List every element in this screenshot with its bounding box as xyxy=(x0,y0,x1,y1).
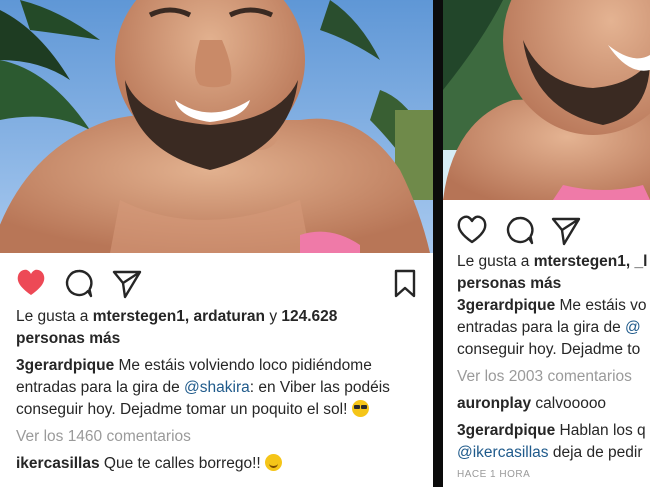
comment2-rest: deja de pedir xyxy=(552,444,643,461)
comment-row-2b-right: @ikercasillas deja de pedir xyxy=(457,442,642,464)
comment-row-2-right: 3gerardpique Hablan los q xyxy=(457,420,646,442)
caption-username-right[interactable]: 3gerardpique xyxy=(457,297,555,314)
caption-line-1-right: 3gerardpique Me estáis vo xyxy=(457,295,647,317)
caption-text-1: Me estáis volviendo loco pidiéndome xyxy=(118,357,372,374)
likes-users-right[interactable]: mterstegen1, _l xyxy=(534,253,648,270)
caption-line-2: entradas para la gira de @shakira: en Vi… xyxy=(16,377,417,399)
caption-text-3: conseguir hoy. Dejadme tomar un poquito … xyxy=(16,401,348,418)
comment2-mention[interactable]: @ikercasillas xyxy=(457,444,549,461)
likes-users[interactable]: mterstegen1, ardaturan xyxy=(93,308,265,325)
comment-text: Que te calles borrego!! xyxy=(103,455,261,472)
caption-text-2b: : en Viber las podéis xyxy=(249,379,390,396)
post-photo[interactable] xyxy=(0,0,433,253)
photo-image-right xyxy=(443,0,650,200)
likes-suffix-right[interactable]: personas más xyxy=(457,273,636,295)
share-icon[interactable] xyxy=(549,213,583,247)
timestamp: HACE 1 HORA xyxy=(457,469,531,480)
caption-text-3-right: conseguir hoy. Dejadme to xyxy=(457,341,641,358)
caption-text-2-right: entradas para la gira de xyxy=(457,319,621,336)
post-right: Le gusta a mterstegen1, _l personas más … xyxy=(443,0,650,487)
post-photo-right[interactable] xyxy=(443,0,650,200)
post-text-right: Le gusta a mterstegen1, _l personas más … xyxy=(443,251,650,486)
view-comments-link-right[interactable]: Ver los 2003 comentarios xyxy=(457,366,636,388)
caption-line-2-right: entradas para la gira de @ xyxy=(457,317,641,339)
comment-icon[interactable] xyxy=(503,213,537,247)
caption-text-1-right: Me estáis vo xyxy=(559,297,647,314)
post-left: Le gusta a mterstegen1, ardaturan y 124.… xyxy=(0,0,433,487)
heart-icon[interactable] xyxy=(14,266,48,300)
caption-username[interactable]: 3gerardpique xyxy=(16,357,114,374)
likes-suffix[interactable]: personas más xyxy=(16,328,417,350)
view-comments-link[interactable]: Ver los 1460 comentarios xyxy=(16,426,417,448)
comment-row-1-right: auronplay calvooooo xyxy=(457,393,636,415)
likes-prefix: Le gusta a xyxy=(16,308,89,325)
comment-row: ikercasillas Que te calles borrego!! xyxy=(16,453,417,475)
likes-prefix-right: Le gusta a xyxy=(457,253,530,270)
comment-icon[interactable] xyxy=(62,266,96,300)
likes-conjunction: y xyxy=(269,308,278,325)
likes-line-right: Le gusta a mterstegen1, _l xyxy=(457,251,647,273)
comment-username[interactable]: ikercasillas xyxy=(16,455,100,472)
post-text: Le gusta a mterstegen1, ardaturan y 124.… xyxy=(0,306,433,475)
likes-count[interactable]: 124.628 xyxy=(281,308,337,325)
smile-emoji-icon xyxy=(265,454,283,471)
comment1-username[interactable]: auronplay xyxy=(457,395,531,412)
photo-image xyxy=(0,0,433,253)
comment1-text: calvooooo xyxy=(535,395,607,412)
heart-icon[interactable] xyxy=(455,213,489,247)
bookmark-icon[interactable] xyxy=(388,266,422,300)
action-bar-right xyxy=(443,207,650,251)
caption-mention[interactable]: @shakira xyxy=(184,379,250,396)
sunglasses-emoji-icon xyxy=(351,400,369,417)
likes-line: Le gusta a mterstegen1, ardaturan y 124.… xyxy=(16,306,417,328)
comment2-username[interactable]: 3gerardpique xyxy=(457,422,555,439)
caption-text-2: entradas para la gira de xyxy=(16,379,180,396)
action-bar xyxy=(0,260,433,304)
share-icon[interactable] xyxy=(110,266,144,300)
caption-line-3: conseguir hoy. Dejadme tomar un poquito … xyxy=(16,399,417,421)
caption-mention-right[interactable]: @ xyxy=(625,319,641,336)
comment2-text: Hablan los q xyxy=(559,422,646,439)
caption-line-1: 3gerardpique Me estáis volviendo loco pi… xyxy=(16,355,417,377)
